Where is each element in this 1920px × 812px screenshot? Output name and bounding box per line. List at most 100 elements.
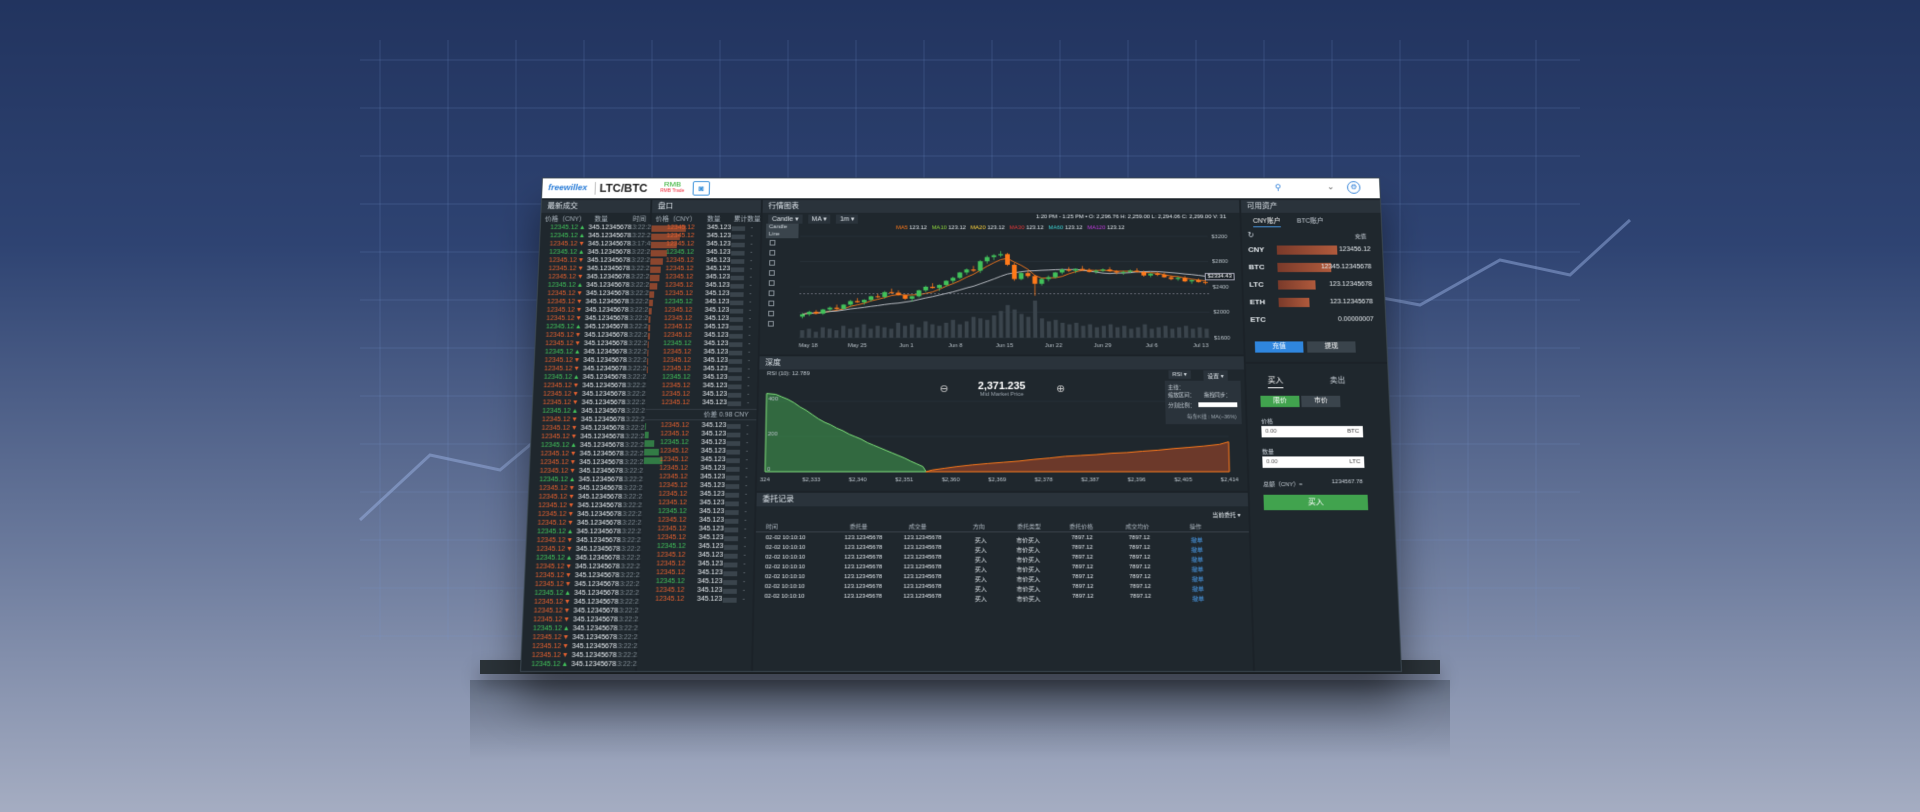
orderbook-row[interactable]: 12345.12 345.123 - <box>651 241 760 249</box>
channel-icon[interactable] <box>769 270 775 276</box>
candlestick-chart[interactable]: $3200 $2800 $2400 $2000 $1600 May 18 May 25 Jun… <box>760 200 1244 354</box>
trade-row: 12345.12 ▼ 345.12345678 13:22:23 <box>522 634 636 643</box>
orderbook-row[interactable]: 12345.12 345.123 - <box>642 508 754 517</box>
chevron-down-icon[interactable]: ⌄ <box>1327 182 1335 192</box>
orderbook-row[interactable]: 12345.12 345.123 - <box>640 561 753 570</box>
orderbook-row[interactable]: 12345.12 345.123 - <box>646 400 757 408</box>
cancel-order-link[interactable]: 撤单 <box>1191 555 1203 564</box>
brush-icon[interactable] <box>768 311 774 317</box>
rmb-trade-icon[interactable]: RMB RMB Trade <box>660 180 684 194</box>
refresh-label[interactable]: 充值 <box>1355 232 1367 240</box>
measure-icon[interactable] <box>768 301 774 307</box>
orderbook-row[interactable]: 12345.12 345.123 - <box>643 465 755 474</box>
fib-icon[interactable] <box>769 280 775 286</box>
orderbook-row[interactable]: 12345.12 345.123 - <box>640 569 753 578</box>
orderbook-row[interactable]: 12345.12 345.123 - <box>641 534 754 543</box>
crosshair-icon[interactable] <box>770 240 776 245</box>
user-icon[interactable]: ⚲ <box>1275 183 1282 193</box>
trade-price: 12345.12 <box>547 307 575 313</box>
candle-body <box>1101 270 1106 271</box>
orderbook-row[interactable]: 12345.12 345.123 - <box>649 282 759 290</box>
orderbook-row[interactable]: 12345.12 345.123 - <box>640 578 753 587</box>
orderbook-row[interactable]: 12345.12 345.123 - <box>643 474 755 483</box>
orderbook-row[interactable]: 12345.12 345.123 - <box>650 257 759 265</box>
zoom-out-icon[interactable]: ⊖ <box>940 383 949 395</box>
orderbook-row[interactable]: 12345.12 345.123 - <box>641 526 754 535</box>
settings-ratio-slider[interactable] <box>1198 402 1237 407</box>
orderbook-row[interactable]: 12345.12 345.123 - <box>649 290 759 298</box>
orderbook-row[interactable]: 12345.12 345.123 - <box>651 233 760 241</box>
orderbook-row[interactable]: 12345.12 345.123 - <box>647 366 758 374</box>
orderbook-row[interactable]: 12345.12 345.123 - <box>649 299 759 307</box>
orderbook-row[interactable]: 12345.12 345.123 - <box>643 482 755 491</box>
orderbook-row[interactable]: 12345.12 345.123 - <box>647 357 758 365</box>
rsi-select[interactable]: RSI ▾ <box>1168 370 1190 378</box>
cancel-order-link[interactable]: 撤单 <box>1191 535 1203 544</box>
asset-code: ETH <box>1250 298 1266 306</box>
withdraw-button[interactable]: 提现 <box>1307 341 1356 352</box>
gear-icon[interactable]: ⚙ <box>1347 181 1361 194</box>
orderbook-row[interactable]: 12345.12 345.123 - <box>641 543 754 552</box>
submit-buy-button[interactable]: 买入 <box>1263 495 1368 510</box>
tab-cny-account[interactable]: CNY账户 <box>1253 216 1281 227</box>
mode-limit-button[interactable]: 限价 <box>1260 396 1299 407</box>
cancel-order-link[interactable]: 撤单 <box>1191 564 1203 573</box>
orderbook-row[interactable]: 12345.12 345.123 - <box>643 491 755 500</box>
camera-icon[interactable]: ◙ <box>693 181 711 195</box>
orderbook-row[interactable]: 12345.12 345.123 - <box>651 249 760 257</box>
cancel-order-link[interactable]: 撤单 <box>1192 574 1204 583</box>
deposit-button[interactable]: 充值 <box>1255 341 1304 352</box>
orderbook-row[interactable]: 12345.12 345.123 - <box>646 383 757 391</box>
mode-market-button[interactable]: 市价 <box>1301 396 1340 407</box>
orderbook-row[interactable]: 12345.12 345.123 - <box>639 596 752 605</box>
brand-logo[interactable]: freewillex <box>548 183 587 192</box>
orderbook-price: 12345.12 <box>665 266 693 272</box>
orderbook-row[interactable]: 12345.12 345.123 - <box>648 340 758 348</box>
orderbook-row[interactable]: 12345.12 345.123 - <box>651 225 760 233</box>
cancel-order-link[interactable]: 撤单 <box>1192 584 1204 593</box>
orderbook-row[interactable]: 12345.12 345.123 - <box>644 456 756 465</box>
orderbook-row[interactable]: 12345.12 345.123 - <box>639 587 752 596</box>
orderbook-row[interactable]: 12345.12 345.123 - <box>645 422 756 431</box>
orderbook-row[interactable]: 12345.12 345.123 - <box>650 274 760 282</box>
price-input[interactable]: 0.00 BTC <box>1261 426 1363 437</box>
orderbook-row[interactable]: 12345.12 345.123 - <box>644 448 756 457</box>
tab-btc-account[interactable]: BTC账户 <box>1297 216 1324 225</box>
text-icon[interactable] <box>769 290 775 296</box>
volume-bar <box>923 321 927 337</box>
orderbook-row[interactable]: 12345.12 345.123 - <box>648 315 758 323</box>
ma10-line <box>802 269 1206 314</box>
tab-buy[interactable]: 买入 <box>1267 375 1283 388</box>
trade-qty: 345.12345678 <box>577 511 621 518</box>
orderbook-row[interactable]: 12345.12 345.123 - <box>645 431 756 440</box>
cancel-order-link[interactable]: 撤单 <box>1192 594 1204 603</box>
settings-select[interactable]: 设置 ▾ <box>1203 370 1227 380</box>
trade-row: 12345.12 ▼ 345.12345678 13:22:23 <box>523 616 637 625</box>
orderbook-row[interactable]: 12345.12 345.123 - <box>647 349 758 357</box>
orderbook-row[interactable]: 12345.12 345.123 - <box>642 517 754 526</box>
orderbook-row[interactable]: 12345.12 345.123 - <box>646 391 757 399</box>
trend-line-icon[interactable] <box>769 250 775 255</box>
orderbook-row[interactable]: 12345.12 345.123 - <box>644 439 756 448</box>
volume-bar <box>1184 326 1188 338</box>
depth-bar <box>648 333 650 340</box>
orderbook-row[interactable]: 12345.12 345.123 - <box>646 374 757 382</box>
tab-sell[interactable]: 卖出 <box>1330 375 1346 385</box>
amount-input[interactable]: 0.00 LTC <box>1262 456 1364 467</box>
eraser-icon[interactable] <box>768 321 774 327</box>
refresh-icon[interactable]: ↻ <box>1248 231 1255 239</box>
cumulative-bar <box>726 458 740 463</box>
orderbook-row[interactable]: 12345.12 345.123 - <box>648 324 758 332</box>
orderbook-row[interactable]: 12345.12 345.123 - <box>650 266 760 274</box>
zoom-in-icon[interactable]: ⊕ <box>1056 383 1065 395</box>
orders-filter-select[interactable]: 当前委托 ▾ <box>1212 510 1240 519</box>
horizontal-line-icon[interactable] <box>769 260 775 265</box>
trade-form-panel: 买入 卖出 限价 市价 价格 0.00 BTC 数量 0.00 LTC 总额（C… <box>1246 364 1401 671</box>
candle-body <box>1135 271 1140 272</box>
cancel-order-link[interactable]: 撤单 <box>1191 545 1203 554</box>
orderbook-row[interactable]: 12345.12 345.123 - <box>648 332 758 340</box>
x-tick-label: 324 <box>760 477 771 483</box>
orderbook-row[interactable]: 12345.12 345.123 - <box>641 552 754 561</box>
orderbook-row[interactable]: 12345.12 345.123 - <box>642 500 754 509</box>
orderbook-row[interactable]: 12345.12 345.123 - <box>649 307 759 315</box>
